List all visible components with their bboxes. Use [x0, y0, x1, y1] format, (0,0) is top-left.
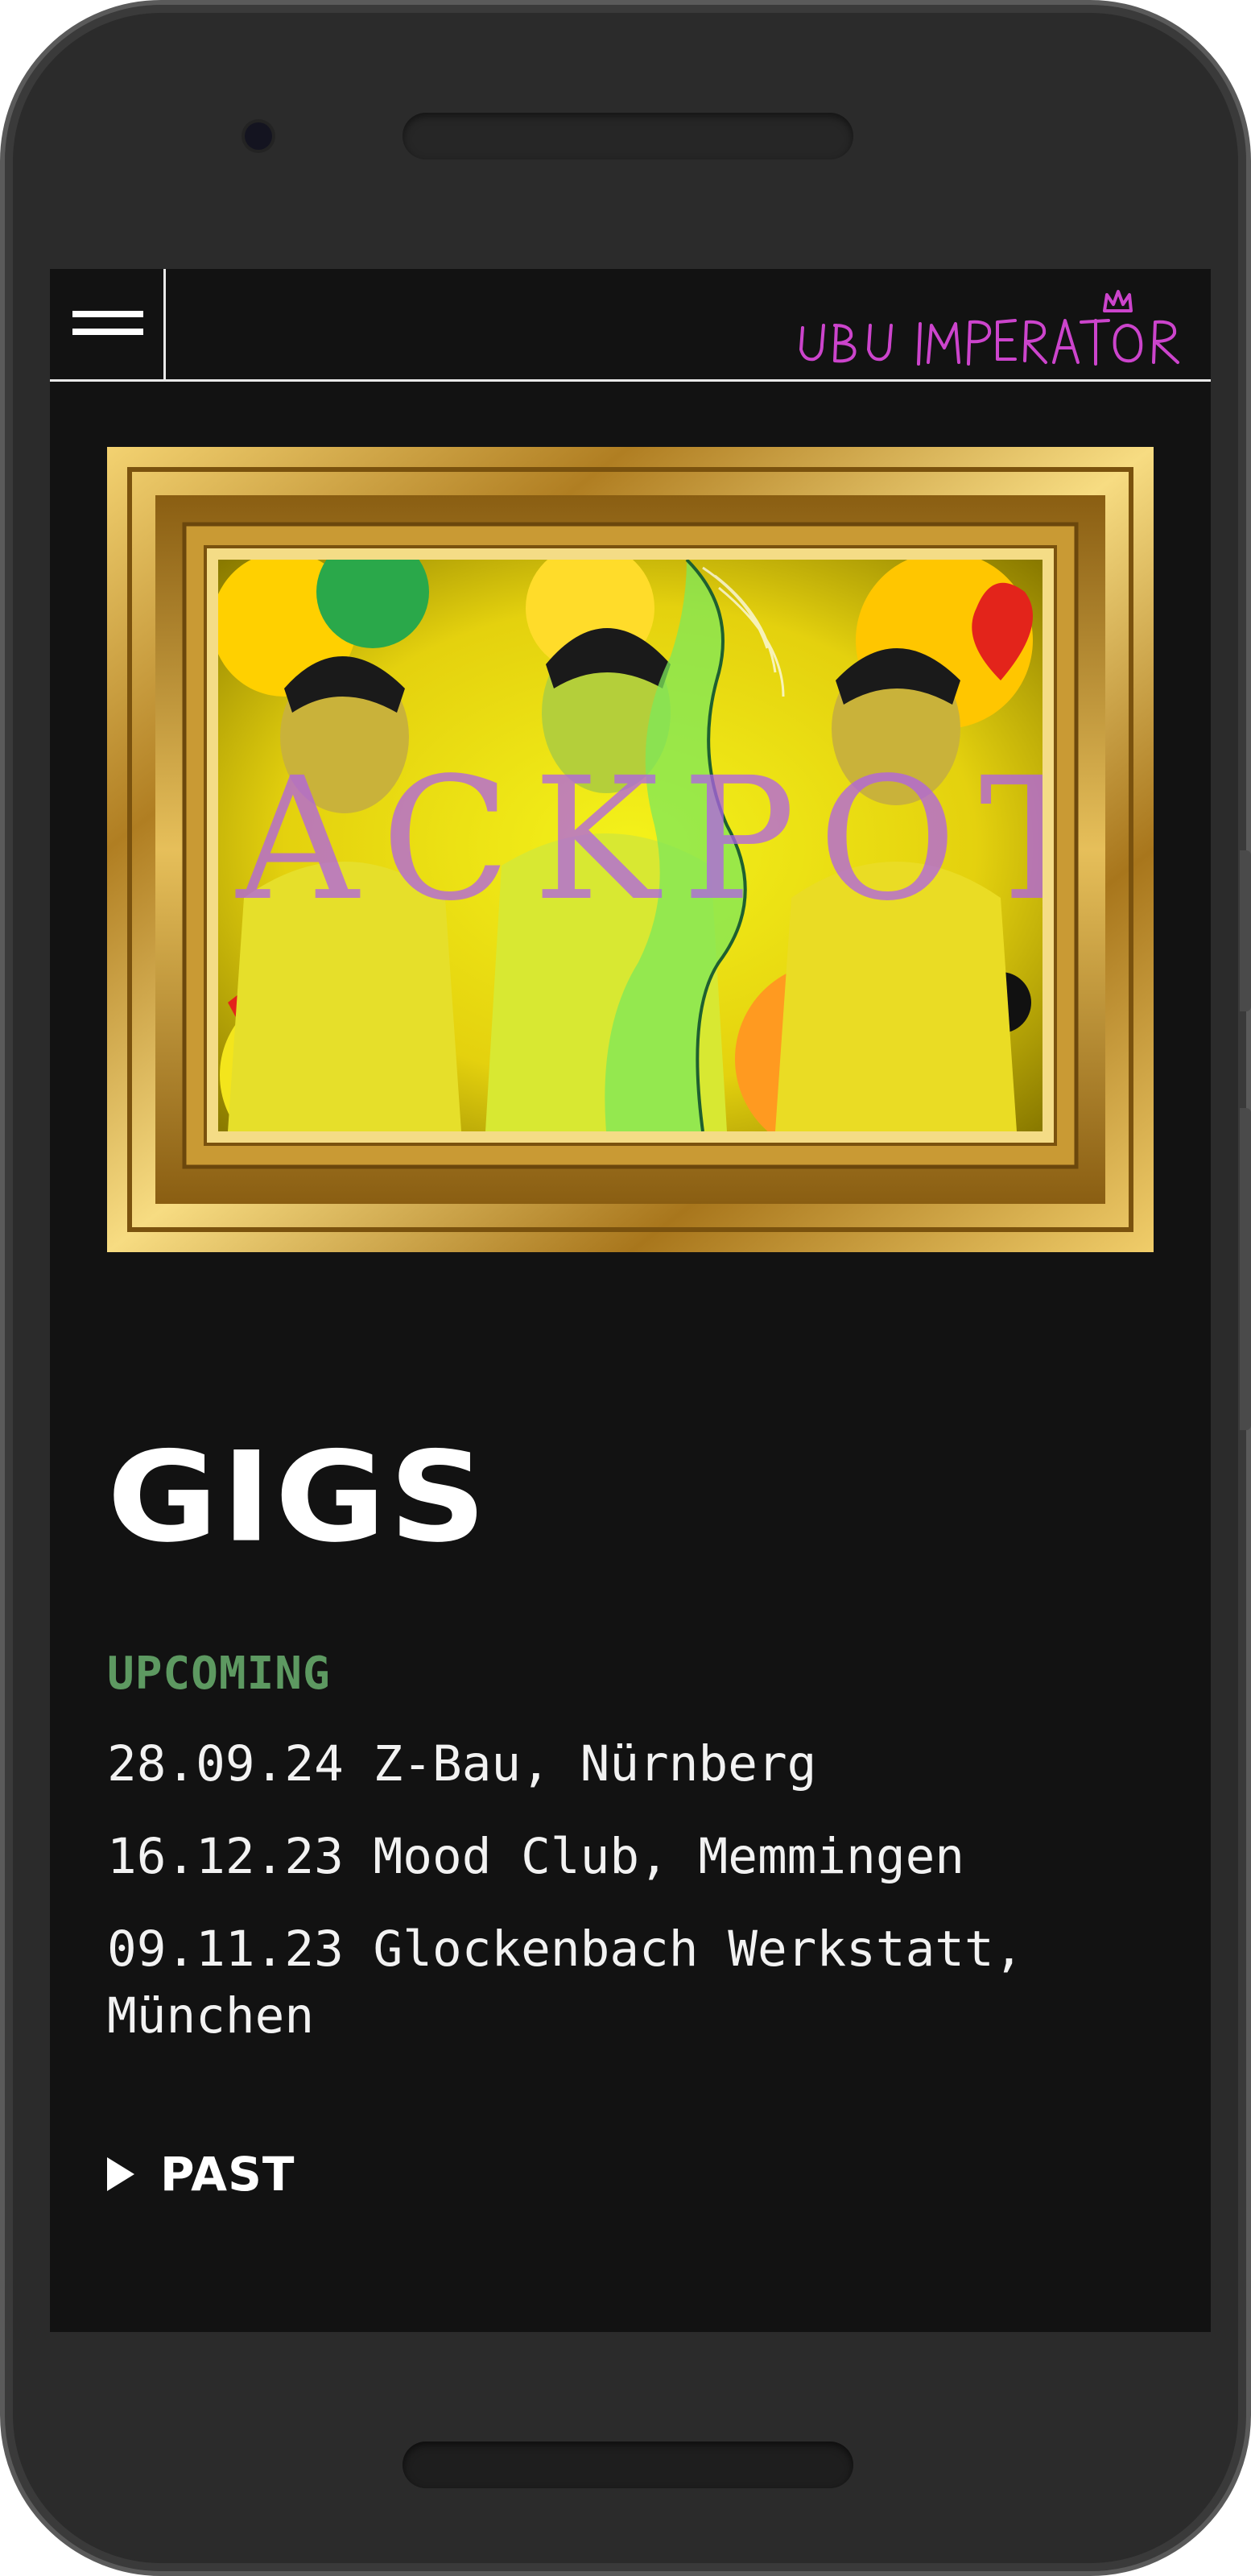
- volume-button: [1240, 1108, 1251, 1430]
- logo[interactable]: [787, 283, 1205, 372]
- menu-button[interactable]: [50, 269, 166, 379]
- gig-item: 09.11.23 Glockenbach Werkstatt, München: [107, 1921, 1024, 2045]
- bottom-speaker: [403, 2442, 853, 2488]
- gig-item: 16.12.23 Mood Club, Memmingen: [107, 1828, 965, 1885]
- upcoming-label: UPCOMING: [107, 1648, 331, 1700]
- front-camera: [245, 122, 272, 150]
- band-photo-frame: JACKPOT: [107, 447, 1154, 1252]
- earpiece-speaker: [403, 113, 853, 159]
- top-navbar: [50, 269, 1211, 382]
- power-button: [1240, 850, 1251, 1011]
- gigs-heading: GIGS: [107, 1424, 490, 1570]
- gig-item: 28.09.24 Z-Bau, Nürnberg: [107, 1735, 817, 1792]
- phone-frame: JACKPOT GIGS UPCOMING 28.09.24 Z-Bau, Nü…: [0, 0, 1251, 2576]
- hamburger-icon: [72, 311, 143, 317]
- past-label: PAST: [160, 2147, 295, 2202]
- triangle-right-icon: [107, 2157, 134, 2191]
- past-gigs-toggle[interactable]: PAST: [107, 2147, 295, 2202]
- hero-overlay-text: JACKPOT: [132, 741, 1115, 938]
- upcoming-gigs-list: 28.09.24 Z-Bau, Nürnberg 16.12.23 Mood C…: [107, 1730, 1154, 2075]
- hamburger-icon-bar: [72, 329, 143, 335]
- screen: JACKPOT GIGS UPCOMING 28.09.24 Z-Bau, Nü…: [50, 269, 1211, 2332]
